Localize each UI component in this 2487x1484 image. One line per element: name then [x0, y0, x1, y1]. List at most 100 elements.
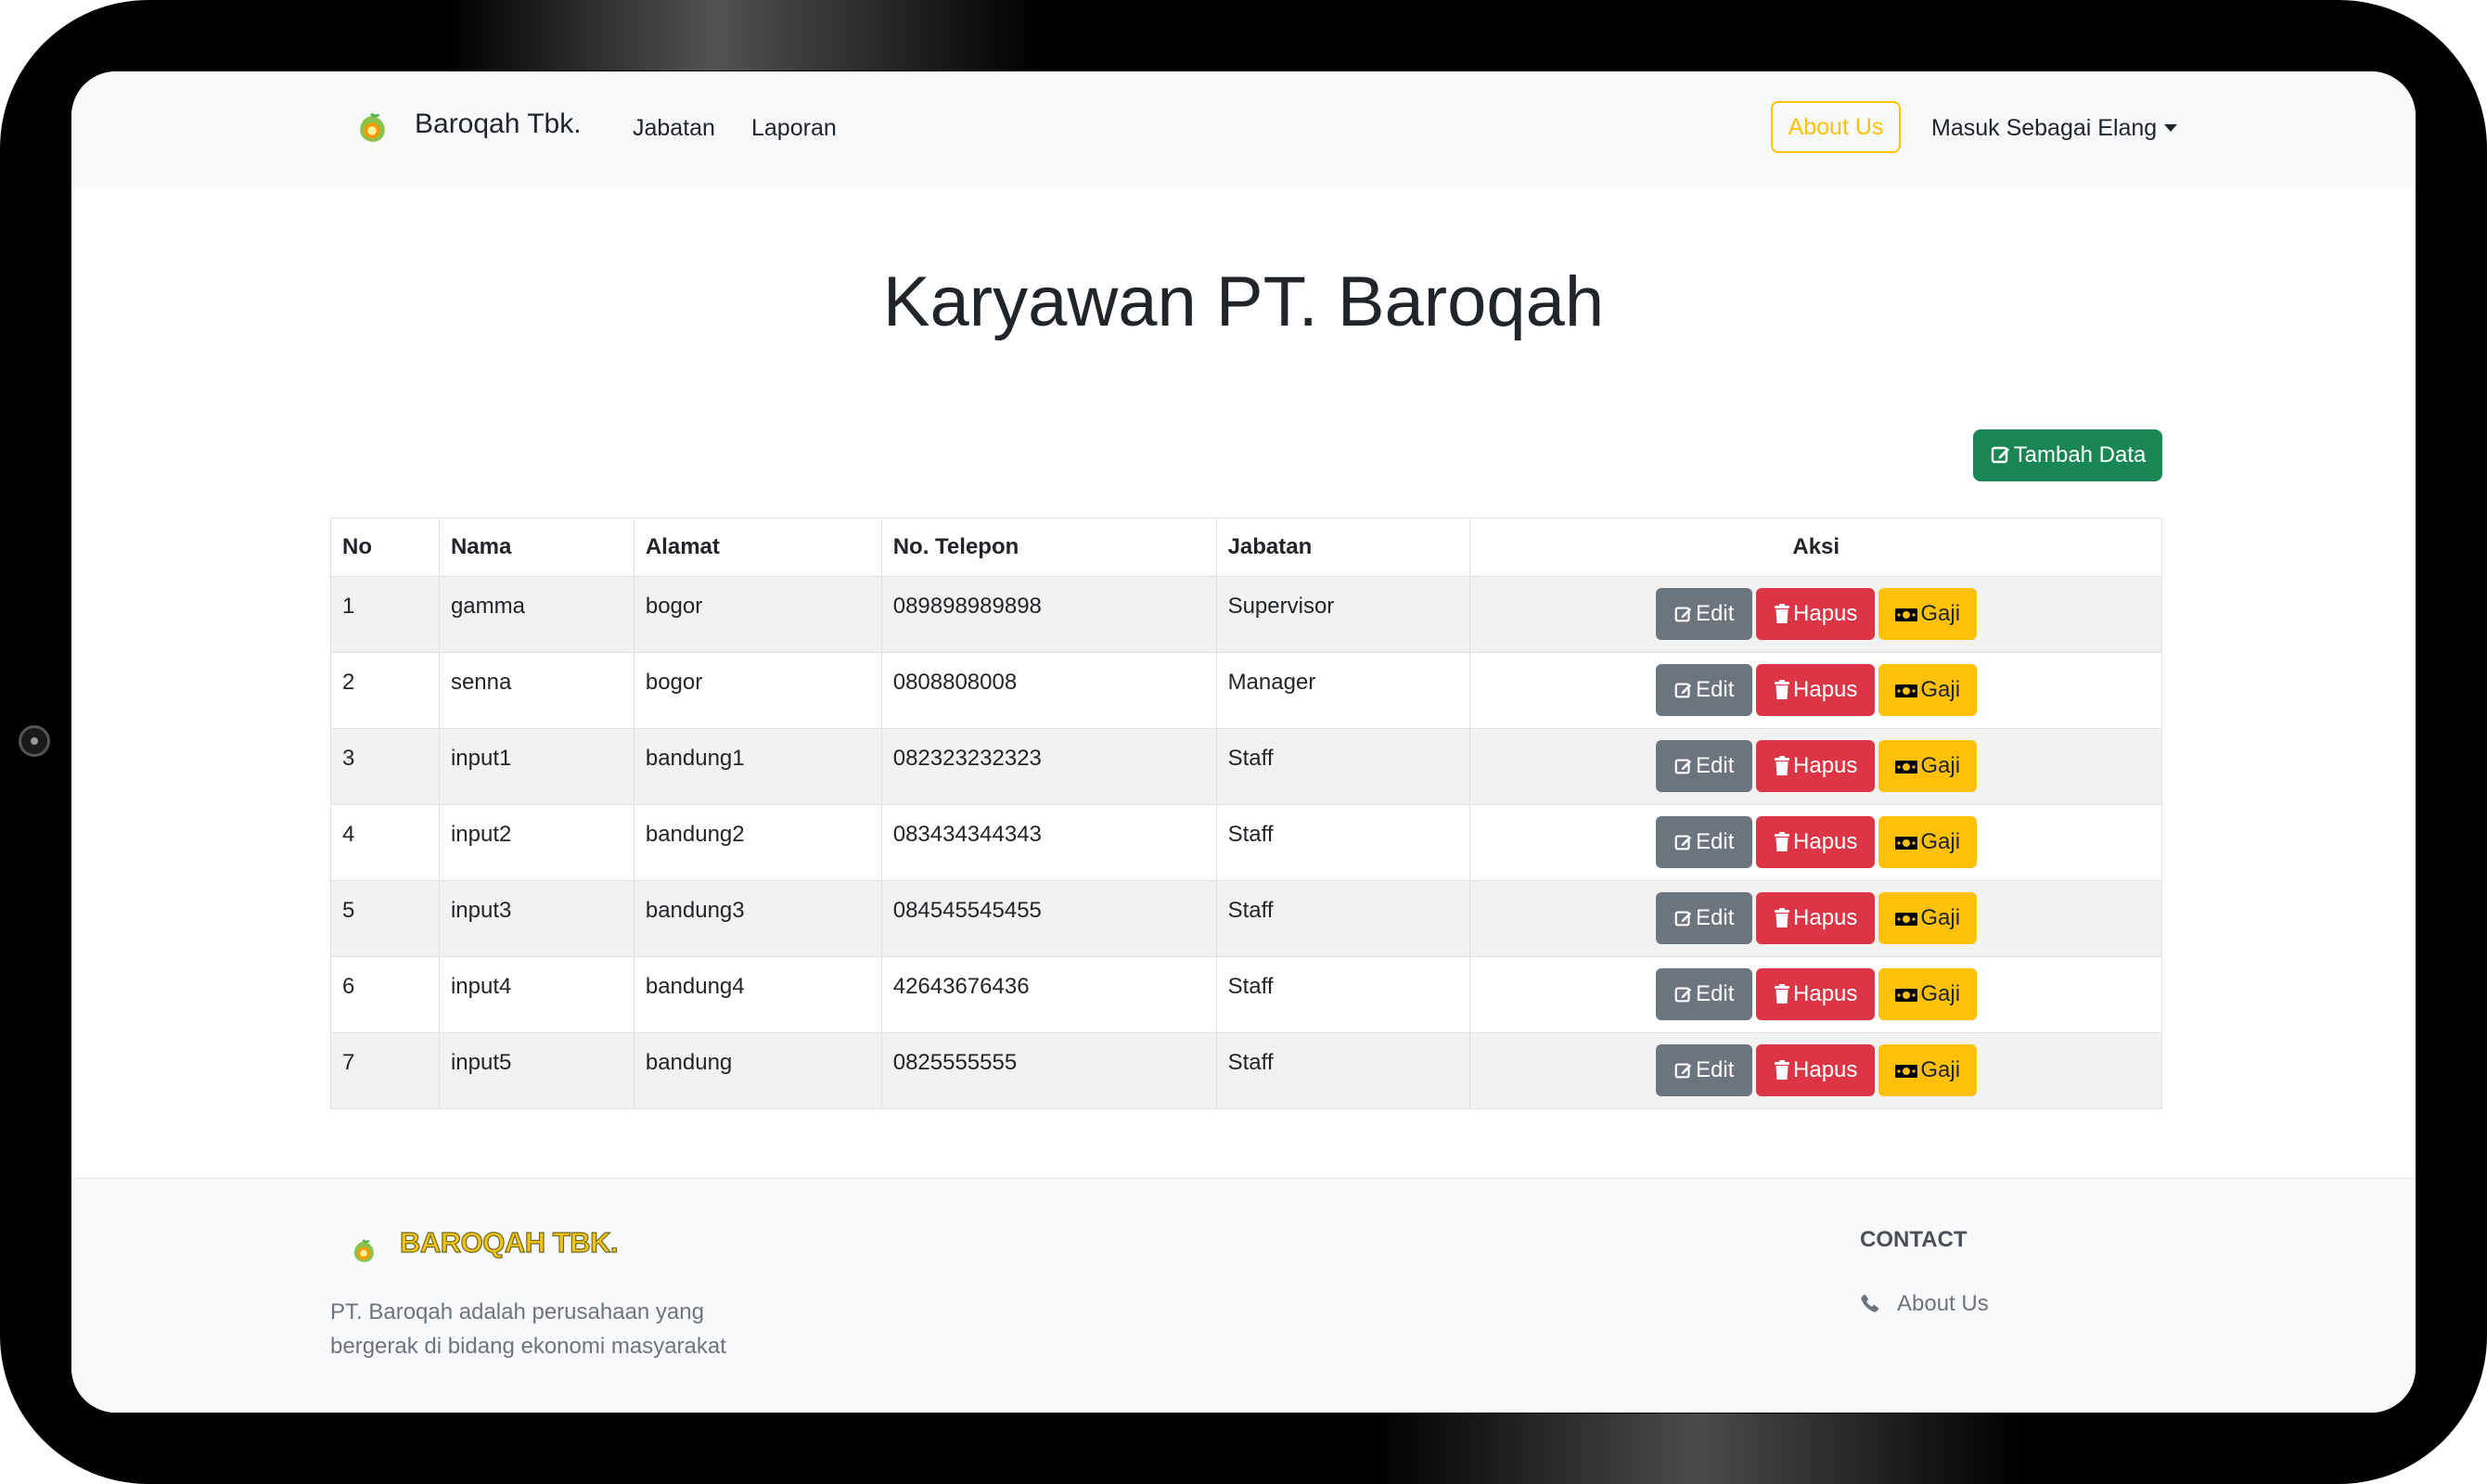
browser-screen: Baroqah Tbk. Jabatan Laporan About Us Ma… [71, 71, 2416, 1413]
gaji-label: Gaji [1920, 981, 1961, 1006]
cell-nama: input1 [438, 728, 635, 805]
nav-link-jabatan[interactable]: Jabatan [633, 115, 715, 142]
cell-no: 2 [330, 652, 440, 729]
edit-label: Edit [1696, 753, 1735, 778]
page-title: Karyawan PT. Baroqah [882, 262, 1605, 341]
nav-link-laporan[interactable]: Laporan [751, 115, 837, 142]
hapus-button[interactable]: Hapus [1755, 1044, 1875, 1096]
edit-square-icon [1991, 446, 2009, 464]
cell-telepon: 42643676436 [880, 956, 1217, 1033]
table-row: 6 input4 bandung4 42643676436 Staff Edit Hapus… [330, 956, 2162, 1033]
gaji-button[interactable]: Gaji [1878, 740, 1977, 792]
cell-jabatan: Supervisor [1215, 576, 1471, 653]
table-row: 2 senna bogor 0808808008 Manager Edit Hapus Gaj… [330, 652, 2162, 729]
cell-aksi: Edit Hapus Gaji [1469, 956, 2162, 1033]
footer-about-link[interactable]: About Us [1860, 1291, 1989, 1317]
cell-no: 1 [330, 576, 440, 653]
add-data-button[interactable]: Tambah Data [1973, 429, 2162, 481]
baroqah-logo-icon[interactable] [354, 110, 390, 146]
hapus-button[interactable]: Hapus [1755, 740, 1875, 792]
trash-icon [1775, 1060, 1790, 1080]
edit-label: Edit [1696, 601, 1735, 626]
cell-jabatan: Staff [1215, 728, 1471, 805]
cell-alamat: bandung2 [633, 804, 882, 881]
cell-alamat: bandung [633, 1032, 882, 1109]
cell-alamat: bandung1 [633, 728, 882, 805]
footer-description: PT. Baroqah adalah perusahaan yang berge… [330, 1299, 726, 1359]
money-bill-icon [1895, 761, 1918, 774]
header-no: No [330, 518, 440, 577]
edit-square-icon [1674, 835, 1692, 851]
edit-label: Edit [1696, 981, 1735, 1006]
cell-telepon: 084545545455 [880, 880, 1217, 957]
gaji-button[interactable]: Gaji [1878, 892, 1977, 944]
edit-button[interactable]: Edit [1655, 892, 1752, 944]
table-row: 1 gamma bogor 089898989898 Supervisor Edit Hap… [330, 576, 2162, 653]
about-us-button[interactable]: About Us [1771, 101, 1901, 153]
hapus-label: Hapus [1793, 1057, 1858, 1082]
cell-telepon: 082323232323 [880, 728, 1217, 805]
cell-nama: input5 [438, 1032, 635, 1109]
cell-no: 5 [330, 880, 440, 957]
navbar: Baroqah Tbk. Jabatan Laporan About Us Ma… [71, 71, 2416, 187]
phone-icon [1861, 1294, 1879, 1312]
edit-button[interactable]: Edit [1655, 816, 1752, 868]
cell-jabatan: Staff [1215, 956, 1471, 1033]
gaji-button[interactable]: Gaji [1878, 1044, 1977, 1096]
money-bill-icon [1895, 1065, 1918, 1078]
hapus-button[interactable]: Hapus [1755, 968, 1875, 1020]
footer-brand: BAROQAH TBK. [399, 1225, 619, 1259]
gaji-button[interactable]: Gaji [1878, 664, 1977, 716]
trash-icon [1775, 756, 1790, 775]
header-telepon: No. Telepon [880, 518, 1217, 577]
footer-about-label: About Us [1897, 1291, 1989, 1316]
edit-button[interactable]: Edit [1655, 664, 1752, 716]
edit-button[interactable]: Edit [1655, 740, 1752, 792]
cell-jabatan: Staff [1215, 1032, 1471, 1109]
hapus-label: Hapus [1793, 753, 1858, 778]
hapus-button[interactable]: Hapus [1755, 816, 1875, 868]
hapus-label: Hapus [1793, 981, 1858, 1006]
gaji-button[interactable]: Gaji [1878, 968, 1977, 1020]
cell-aksi: Edit Hapus Gaji [1469, 652, 2162, 729]
money-bill-icon [1895, 989, 1918, 1002]
cell-telepon: 083434344343 [880, 804, 1217, 881]
cell-nama: senna [438, 652, 635, 729]
hapus-label: Hapus [1793, 601, 1858, 626]
cell-aksi: Edit Hapus Gaji [1469, 804, 2162, 881]
money-bill-icon [1895, 608, 1918, 621]
edit-square-icon [1674, 911, 1692, 927]
cell-alamat: bogor [633, 576, 882, 653]
employee-table: No Nama Alamat No. Telepon Jabatan Aksi … [330, 518, 2162, 1109]
edit-button[interactable]: Edit [1655, 1044, 1752, 1096]
cell-telepon: 0808808008 [880, 652, 1217, 729]
header-alamat: Alamat [633, 518, 882, 577]
hapus-button[interactable]: Hapus [1755, 588, 1875, 640]
edit-button[interactable]: Edit [1655, 588, 1752, 640]
cell-alamat: bogor [633, 652, 882, 729]
money-bill-icon [1895, 913, 1918, 926]
edit-button[interactable]: Edit [1655, 968, 1752, 1020]
gaji-label: Gaji [1920, 601, 1961, 626]
cell-aksi: Edit Hapus Gaji [1469, 1032, 2162, 1109]
hapus-button[interactable]: Hapus [1755, 892, 1875, 944]
gaji-button[interactable]: Gaji [1878, 816, 1977, 868]
user-menu-dropdown[interactable]: Masuk Sebagai Elang [1931, 115, 2178, 142]
cell-nama: input2 [438, 804, 635, 881]
cell-jabatan: Staff [1215, 880, 1471, 957]
camera-icon [19, 725, 50, 757]
trash-icon [1775, 680, 1790, 699]
cell-aksi: Edit Hapus Gaji [1469, 880, 2162, 957]
user-menu-label: Masuk Sebagai Elang [1931, 115, 2158, 141]
header-aksi: Aksi [1469, 518, 2162, 577]
money-bill-icon [1895, 684, 1918, 697]
hapus-button[interactable]: Hapus [1755, 664, 1875, 716]
gaji-button[interactable]: Gaji [1878, 588, 1977, 640]
cell-alamat: bandung4 [633, 956, 882, 1033]
footer-contact-heading: CONTACT [1860, 1227, 1968, 1252]
cell-no: 4 [330, 804, 440, 881]
edit-square-icon [1674, 1063, 1692, 1079]
table-row: 4 input2 bandung2 083434344343 Staff Edit Hapu… [330, 804, 2162, 881]
edit-label: Edit [1696, 677, 1735, 702]
brand-link[interactable]: Baroqah Tbk. [415, 109, 582, 140]
